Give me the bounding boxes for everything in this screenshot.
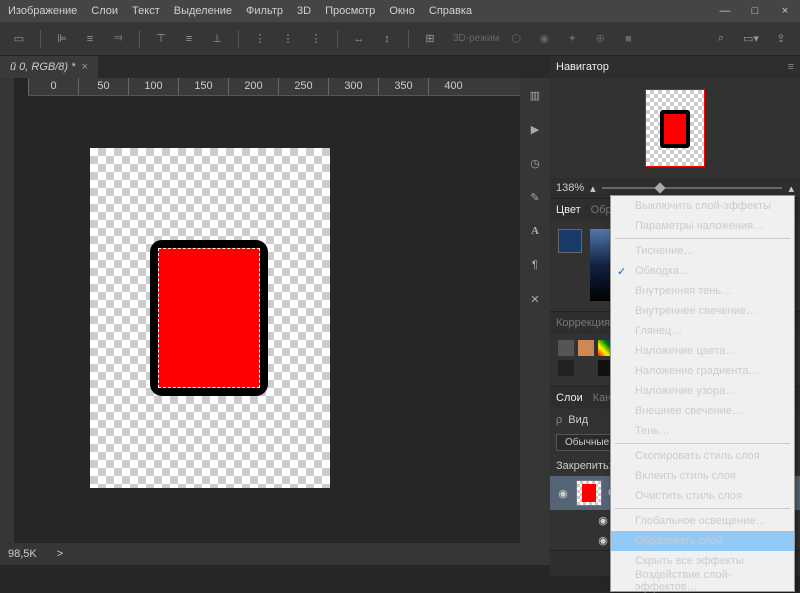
menu-view[interactable]: Просмотр [325,5,375,17]
tab-color[interactable]: Цвет [556,204,581,216]
3d-icon[interactable]: ⊕ [589,28,611,50]
brush-icon[interactable]: ✎ [526,188,544,206]
status-scroll: > [57,548,63,560]
close-tab-icon[interactable]: × [81,61,87,73]
zoom-in-icon[interactable]: ▴ [788,182,794,195]
visibility-toggle-icon[interactable]: ◉ [596,514,610,527]
layers-stack-icon[interactable]: ▥ [526,86,544,104]
style-swatch[interactable] [558,340,574,356]
zoom-slider[interactable] [602,187,783,189]
share-icon[interactable]: ⇪ [770,28,792,50]
foreground-color[interactable] [558,229,582,253]
menu-item[interactable]: Тень… [611,421,794,441]
close-button[interactable]: × [770,0,800,22]
menu-window[interactable]: Окно [389,5,415,17]
lock-label: Закрепить: [556,460,612,472]
search-icon[interactable]: ⌕ [710,28,732,50]
canvas[interactable] [90,148,330,488]
3d-icon[interactable]: ◉ [533,28,555,50]
layer-filter-label: Вид [568,414,588,426]
menu-item[interactable]: Очистить стиль слоя [611,486,794,506]
menu-select[interactable]: Выделение [174,5,232,17]
mode-3d-label: 3D-режим [453,33,499,44]
menu-image[interactable]: Изображение [8,5,77,17]
minimize-button[interactable]: — [710,0,740,22]
menu-3d[interactable]: 3D [297,5,311,17]
navigator-preview[interactable] [550,78,800,178]
visibility-toggle-icon[interactable]: ◉ [596,534,610,547]
tab-navigator[interactable]: Навигатор [556,61,609,73]
layer-thumbnail[interactable] [576,480,602,506]
align-left-icon[interactable]: ⊫ [51,28,73,50]
workspace: 0 50 100 150 200 250 300 350 400 [0,78,520,543]
document-tab[interactable]: й 0, RGB/8) * × [0,56,98,78]
menu-item[interactable]: Внутренняя тень… [611,281,794,301]
menu-item[interactable]: Тиснение… [611,241,794,261]
type-icon[interactable]: A [526,222,544,240]
layer-style-context-menu: Выключить слой-эффектыПараметры наложени… [610,195,795,592]
3d-icon[interactable]: ✦ [561,28,583,50]
menu-item[interactable]: Воздействие слой-эффектов… [611,571,794,591]
rectangle-shape[interactable] [150,240,268,396]
menu-item[interactable]: Образовать слой [611,531,794,551]
panel-menu-icon[interactable]: ≡ [788,61,794,73]
align-top-icon[interactable]: ⊤ [150,28,172,50]
align-bottom-icon[interactable]: ⊥ [206,28,228,50]
clock-icon[interactable]: ◷ [526,154,544,172]
distribute-h-icon[interactable]: ↔ [348,28,370,50]
menu-item[interactable]: Наложение узора… [611,381,794,401]
style-swatch[interactable] [578,340,594,356]
visibility-toggle-icon[interactable]: ◉ [556,487,570,500]
grid-icon[interactable]: ⊞ [419,28,441,50]
menu-item[interactable]: Глянец… [611,321,794,341]
tab-corrections[interactable]: Коррекция [556,317,610,329]
menu-item[interactable]: Глобальное освещение… [611,511,794,531]
3d-icon[interactable]: ■ [617,28,639,50]
crosshair-icon[interactable]: ✕ [526,290,544,308]
zoom-value: 138% [556,182,584,194]
style-swatch[interactable] [578,360,594,376]
left-edge [0,78,14,543]
menu-item[interactable]: ✓Обводка… [611,261,794,281]
ruler-horizontal: 0 50 100 150 200 250 300 350 400 [28,78,520,96]
3d-icon[interactable]: ⬡ [505,28,527,50]
distribute-icon[interactable]: ⋮ [305,28,327,50]
style-swatch[interactable] [558,360,574,376]
play-icon[interactable]: ▶ [526,120,544,138]
workspace-icon[interactable]: ▭▾ [740,28,762,50]
menu-item[interactable]: Скопировать стиль слоя [611,446,794,466]
maximize-button[interactable]: □ [740,0,770,22]
window-controls: — □ × [710,0,800,22]
tab-title: й 0, RGB/8) * [10,61,75,73]
menu-item[interactable]: Скрыть все эффекты [611,551,794,571]
align-middle-icon[interactable]: ≡ [178,28,200,50]
selection-marquee [158,248,260,388]
menu-filter[interactable]: Фильтр [246,5,283,17]
menu-layers[interactable]: Слои [91,5,118,17]
options-bar: ▭ ⊫ ≡ ⫤ ⊤ ≡ ⊥ ⋮ ⋮ ⋮ ↔ ↕ ⊞ 3D-режим ⬡ ◉ ✦… [0,22,800,56]
zoom-out-icon[interactable]: ▴ [590,182,596,195]
align-right-icon[interactable]: ⫤ [107,28,129,50]
status-info: 98,5K [8,548,37,560]
distribute-v-icon[interactable]: ↕ [376,28,398,50]
menu-item[interactable]: Внутреннее свечение… [611,301,794,321]
distribute-icon[interactable]: ⋮ [277,28,299,50]
menu-text[interactable]: Текст [132,5,160,17]
menu-item[interactable]: Выключить слой-эффекты [611,196,794,216]
menu-bar: Изображение Слои Текст Выделение Фильтр … [0,0,800,22]
menu-help[interactable]: Справка [429,5,472,17]
distribute-icon[interactable]: ⋮ [249,28,271,50]
paragraph-icon[interactable]: ¶ [526,256,544,274]
menu-item[interactable]: Наложение цвета… [611,341,794,361]
menu-item[interactable]: Параметры наложения… [611,216,794,236]
menu-item[interactable]: Внешнее свечение… [611,401,794,421]
menu-item: Вклеить стиль слоя [611,466,794,486]
tool-icon[interactable]: ▭ [8,28,30,50]
tab-layers[interactable]: Слои [556,392,583,404]
menu-item[interactable]: Наложение градиента… [611,361,794,381]
align-center-icon[interactable]: ≡ [79,28,101,50]
collapsed-panels: ▥ ▶ ◷ ✎ A ¶ ✕ [520,78,550,543]
